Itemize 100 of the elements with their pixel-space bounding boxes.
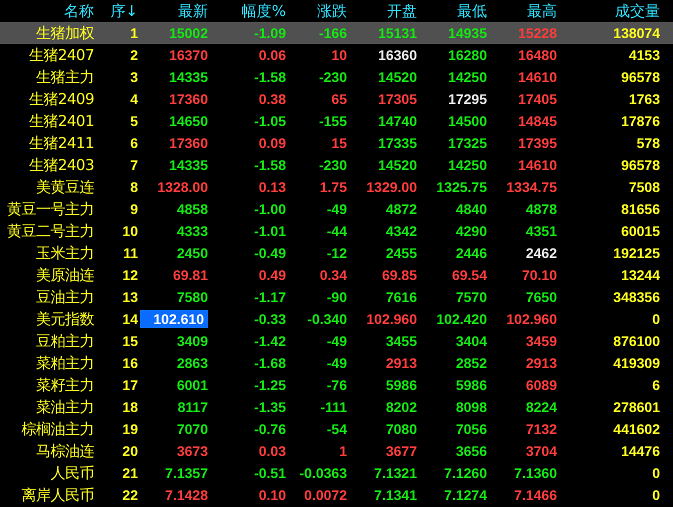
- row-number: 22: [122, 487, 138, 503]
- price-cell: 69.85: [382, 267, 417, 283]
- price-cell: 65: [331, 91, 347, 107]
- price-cell: 14520: [378, 157, 417, 173]
- price-cell: 8098: [456, 399, 487, 415]
- row-number: 6: [130, 135, 138, 151]
- price-cell: -0.33: [254, 311, 286, 327]
- column-header[interactable]: 名称: [64, 2, 100, 20]
- table-row[interactable]: 美黄豆连 8 1328.00 0.13 1.75 1329.00 1325.75 1334.75 7508: [0, 176, 673, 198]
- price-cell: 7.1360: [514, 465, 557, 481]
- price-cell: 0.10: [258, 487, 286, 503]
- volume-cell: 60015: [621, 223, 660, 239]
- price-cell: 6001: [176, 377, 208, 393]
- price-cell: 14520: [378, 69, 417, 85]
- table-row[interactable]: 生猪2409 4 17360 0.38 65 17305 17295 17405 1763: [0, 88, 673, 110]
- row-number: 5: [130, 113, 138, 129]
- instrument-name: 离岸人民币: [22, 486, 95, 504]
- volume-cell: 7508: [628, 179, 660, 195]
- column-header[interactable]: 序↓: [110, 2, 138, 20]
- price-cell: 2913: [526, 355, 557, 371]
- instrument-name: 生猪加权: [36, 24, 95, 42]
- price-cell: 2852: [456, 355, 487, 371]
- price-cell: 4878: [526, 201, 557, 217]
- price-cell: 2462: [526, 245, 557, 261]
- column-header[interactable]: 最新: [178, 2, 208, 20]
- table-row[interactable]: 生猪2411 6 17360 0.09 15 17335 17325 17395 578: [0, 132, 673, 154]
- row-number: 16: [122, 355, 138, 371]
- table-row[interactable]: 菜油主力 18 8117 -1.35 -111 8202 8098 8224 278601: [0, 396, 673, 418]
- table-row[interactable]: 玉米主力 11 2450 -0.49 -12 2455 2446 2462 192125: [0, 242, 673, 264]
- price-cell: 0.13: [258, 179, 286, 195]
- price-cell: -111: [320, 399, 347, 415]
- price-cell: 1329.00: [366, 179, 417, 195]
- column-header[interactable]: 开盘: [387, 2, 417, 20]
- row-number: 15: [122, 333, 138, 349]
- table-row[interactable]: 豆粕主力 15 3409 -1.42 -49 3455 3404 3459 876100: [0, 330, 673, 352]
- price-cell: 17360: [169, 135, 208, 151]
- price-cell: -0.340: [307, 311, 347, 327]
- table-row[interactable]: 菜籽主力 17 6001 -1.25 -76 5986 5986 6089 6: [0, 374, 673, 396]
- volume-cell: 13244: [621, 267, 660, 283]
- volume-cell: 1763: [628, 91, 660, 107]
- price-cell: 14740: [378, 113, 417, 129]
- table-row[interactable]: 生猪2403 7 14335 -1.58 -230 14520 14250 14610 96578: [0, 154, 673, 176]
- price-cell: 1.75: [320, 179, 347, 195]
- price-cell: 0.0072: [304, 487, 347, 503]
- price-cell: 3459: [526, 333, 557, 349]
- price-cell: 8117: [178, 399, 208, 415]
- volume-cell: 6: [652, 377, 660, 393]
- instrument-name: 美元指数: [36, 310, 95, 328]
- row-number: 2: [130, 47, 138, 63]
- price-cell: 3409: [176, 333, 208, 349]
- price-cell: 7580: [176, 289, 208, 305]
- price-cell: 16360: [378, 47, 417, 63]
- table-row[interactable]: 美元指数 14 102.610 -0.33 -0.340 102.960 102.420 102.960 0: [0, 308, 673, 330]
- price-cell: 102.420: [436, 311, 487, 327]
- table-row[interactable]: 离岸人民币 22 7.1428 0.10 0.0072 7.1341 7.1274 7.1466 0: [0, 484, 673, 506]
- column-header[interactable]: 涨跌: [317, 2, 347, 20]
- table-row[interactable]: 人民币 21 7.1357 -0.51 -0.0363 7.1321 7.1260 7.1360 0: [0, 462, 673, 484]
- volume-cell: 81656: [621, 201, 660, 217]
- row-number: 20: [122, 443, 138, 459]
- price-cell: 4840: [456, 201, 487, 217]
- price-cell: -230: [318, 157, 347, 173]
- price-cell: 70.10: [522, 267, 557, 283]
- price-cell: 5986: [386, 377, 417, 393]
- price-cell: -0.49: [254, 245, 286, 261]
- price-cell: 102.610: [153, 310, 204, 328]
- price-cell: 17305: [378, 91, 417, 107]
- volume-cell: 441602: [613, 421, 660, 437]
- column-header[interactable]: 成交量: [615, 2, 660, 20]
- row-number: 4: [130, 91, 138, 107]
- price-cell: 2863: [176, 355, 208, 371]
- price-cell: 16370: [169, 47, 208, 63]
- column-header[interactable]: 最高: [527, 2, 557, 20]
- table-row[interactable]: 黄豆二号主力 10 4333 -1.01 -44 4342 4290 4351 60015: [0, 220, 673, 242]
- table-row[interactable]: 棕榈油主力 19 7070 -0.76 -54 7080 7056 7132 441602: [0, 418, 673, 440]
- table-row[interactable]: 生猪2401 5 14650 -1.05 -155 14740 14500 14845 17876: [0, 110, 673, 132]
- table-row[interactable]: 豆油主力 13 7580 -1.17 -90 7616 7570 7650 348356: [0, 286, 673, 308]
- table-row[interactable]: 马棕油连 20 3673 0.03 1 3677 3656 3704 14476: [0, 440, 673, 462]
- price-cell: 7.1428: [165, 487, 208, 503]
- price-cell: 0.06: [258, 47, 286, 63]
- price-cell: -54: [326, 421, 347, 437]
- table-row[interactable]: 菜粕主力 16 2863 -1.68 -49 2913 2852 2913 419309: [0, 352, 673, 374]
- instrument-name: 豆粕主力: [36, 332, 95, 350]
- table-row[interactable]: 黄豆一号主力 9 4858 -1.00 -49 4872 4840 4878 81656: [0, 198, 673, 220]
- price-cell: 3704: [526, 443, 557, 459]
- volume-cell: 348356: [613, 289, 660, 305]
- price-cell: 5986: [456, 377, 487, 393]
- price-cell: 4342: [386, 223, 417, 239]
- column-header[interactable]: 最低: [457, 2, 487, 20]
- column-header[interactable]: 幅度%: [242, 2, 286, 20]
- table-row[interactable]: 美原油连 12 69.81 0.49 0.34 69.85 69.54 70.10 13244: [0, 264, 673, 286]
- table-row[interactable]: 生猪加权 1 15002 -1.09 -166 15131 14935 15228 138074: [0, 22, 673, 44]
- instrument-name: 豆油主力: [36, 288, 95, 306]
- table-row[interactable]: 生猪2407 2 16370 0.06 10 16360 16280 16480 4153: [0, 44, 673, 66]
- price-cell: 7.1260: [444, 465, 487, 481]
- price-cell: 15002: [169, 25, 208, 41]
- table-row[interactable]: 生猪主力 3 14335 -1.58 -230 14520 14250 14610 96578: [0, 66, 673, 88]
- price-cell: 7.1321: [374, 465, 417, 481]
- price-cell: 6089: [526, 377, 557, 393]
- price-cell: -76: [326, 377, 347, 393]
- price-cell: 0.34: [320, 267, 347, 283]
